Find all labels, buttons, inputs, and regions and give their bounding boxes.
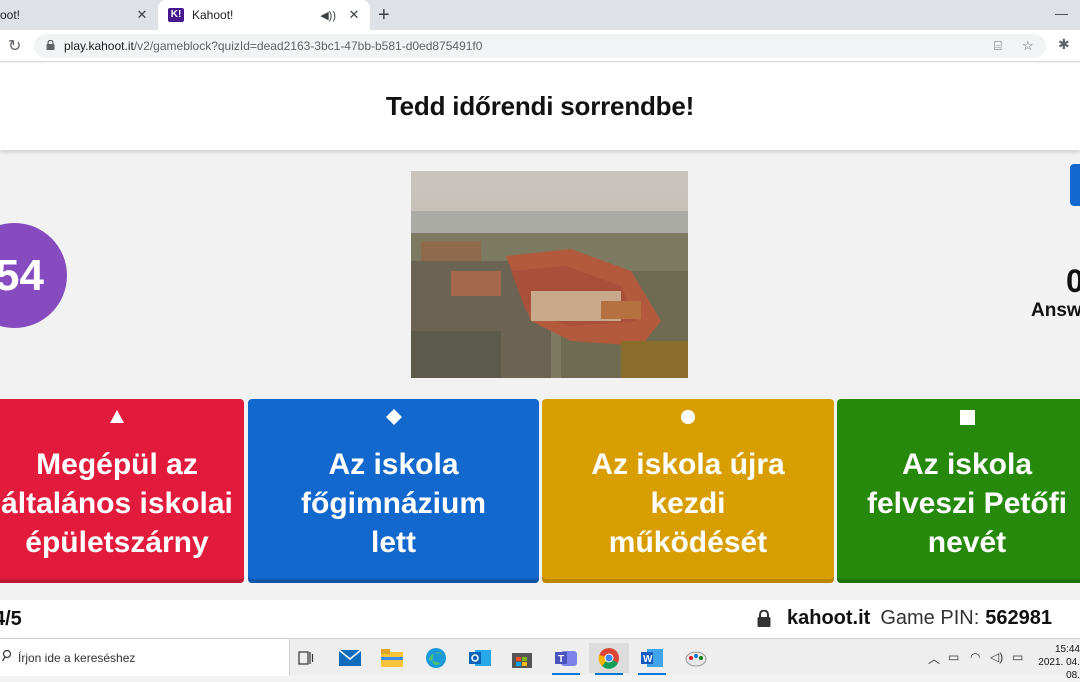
url-host: play.kahoot.it xyxy=(64,39,134,53)
new-tab-button[interactable]: + xyxy=(378,4,390,26)
diamond-icon xyxy=(385,409,402,425)
svg-text:T: T xyxy=(558,654,564,665)
kahoot-game-page: Tedd időrendi sorrendbe! 54 0 Answers M xyxy=(0,63,1080,638)
answer-text: Az iskola főgimnázium lett xyxy=(301,448,486,559)
browser-tab-bar: oot! ✕ K! Kahoot! ◀)) ✕ + — xyxy=(0,0,1080,30)
game-footer: 4/5 kahoot.it Game PIN: 562981 xyxy=(0,600,1080,638)
task-view-icon[interactable] xyxy=(286,643,326,673)
question-image xyxy=(411,171,688,378)
answer-option-3[interactable]: Az iskola újra kezdi működését xyxy=(542,399,834,583)
next-button[interactable] xyxy=(1070,164,1080,206)
reload-icon[interactable]: ↻ xyxy=(8,36,21,56)
close-icon[interactable]: ✕ xyxy=(346,7,362,23)
tab-title: oot! xyxy=(0,8,21,22)
tab-title: Kahoot! xyxy=(192,8,234,22)
kahoot-domain: kahoot.it xyxy=(787,607,871,629)
paint-icon[interactable] xyxy=(676,643,716,673)
clock-time: 15:44 xyxy=(1054,644,1080,655)
url-text: play.kahoot.it/v2/gameblock?quizId=dead2… xyxy=(64,39,482,53)
square-icon xyxy=(959,409,975,425)
answer-option-1[interactable]: Megépül az általános iskolai épületszárn… xyxy=(0,399,244,583)
question-counter: 4/5 xyxy=(0,608,22,630)
meet-now-icon[interactable]: ▭ xyxy=(948,650,959,664)
triangle-icon xyxy=(109,409,125,425)
pin-label: Game PIN: xyxy=(880,607,980,629)
countdown-timer: 54 xyxy=(0,223,67,328)
circle-icon xyxy=(680,409,696,425)
browser-tab-1[interactable]: oot! ✕ xyxy=(0,0,158,30)
answer-text: Megépül az általános iskolai épületszárn… xyxy=(1,448,233,559)
lock-icon xyxy=(46,40,55,50)
system-clock[interactable]: 15:44 2021. 04. 08. xyxy=(1036,643,1080,682)
search-placeholder: Írjon ide a kereséshez xyxy=(18,651,136,665)
taskbar-search[interactable]: Írjon ide a kereséshez xyxy=(0,639,290,676)
svg-text:W: W xyxy=(643,654,653,665)
teams-icon[interactable]: T xyxy=(546,643,586,675)
answers-label: Answers xyxy=(1031,300,1080,321)
game-pin: 562981 xyxy=(985,607,1053,629)
minimize-icon[interactable]: — xyxy=(1055,6,1068,21)
word-icon[interactable]: W xyxy=(632,643,672,675)
volume-icon[interactable]: ◁) xyxy=(990,650,1003,664)
mail-icon[interactable] xyxy=(330,643,370,673)
chevron-up-icon[interactable]: ︿ xyxy=(928,650,940,667)
answer-text: Az iskola újra kezdi működését xyxy=(591,448,785,559)
store-icon[interactable] xyxy=(502,643,542,673)
search-icon xyxy=(2,649,12,662)
bookmark-star-icon[interactable]: ☆ xyxy=(1022,38,1034,54)
close-icon[interactable]: ✕ xyxy=(134,7,150,23)
answer-option-4[interactable]: Az iskola felveszi Petőfi nevét xyxy=(837,399,1080,583)
wifi-icon[interactable]: ◠ xyxy=(970,650,980,664)
edge-icon[interactable] xyxy=(416,643,456,673)
answer-text: Az iskola felveszi Petőfi nevét xyxy=(866,448,1068,559)
question-title: Tedd időrendi sorrendbe! xyxy=(385,91,695,121)
address-bar: ↻ play.kahoot.it/v2/gameblock?quizId=dea… xyxy=(0,30,1080,62)
battery-icon[interactable]: ▭ xyxy=(1012,650,1023,664)
extensions-icon[interactable]: ✱ xyxy=(1058,36,1070,53)
url-field[interactable]: play.kahoot.it/v2/gameblock?quizId=dead2… xyxy=(34,34,1046,58)
file-explorer-icon[interactable] xyxy=(372,643,412,673)
audio-playing-icon[interactable]: ◀)) xyxy=(320,9,336,22)
outlook-icon[interactable] xyxy=(460,643,500,673)
timer-value: 54 xyxy=(0,250,44,300)
answers-count: 0 xyxy=(1066,263,1080,299)
game-pin-area: kahoot.it Game PIN: 562981 xyxy=(757,607,1052,630)
url-path: /v2/gameblock?quizId=dead2163-3bc1-47bb-… xyxy=(133,39,483,53)
browser-tab-kahoot[interactable]: K! Kahoot! ◀)) ✕ xyxy=(158,0,370,30)
kahoot-favicon-icon: K! xyxy=(168,8,184,22)
chrome-icon[interactable] xyxy=(589,643,629,675)
answer-option-2[interactable]: Az iskola főgimnázium lett xyxy=(248,399,539,583)
windows-taskbar: Írjon ide a kereséshez T W ︿ ▭ ◠ ◁) ▭ 15… xyxy=(0,638,1080,681)
lock-icon xyxy=(757,610,771,627)
translate-icon[interactable]: ⌸ xyxy=(994,38,1002,54)
question-header: Tedd időrendi sorrendbe! xyxy=(0,63,1080,150)
clock-date: 2021. 04. 08. xyxy=(1038,657,1080,681)
